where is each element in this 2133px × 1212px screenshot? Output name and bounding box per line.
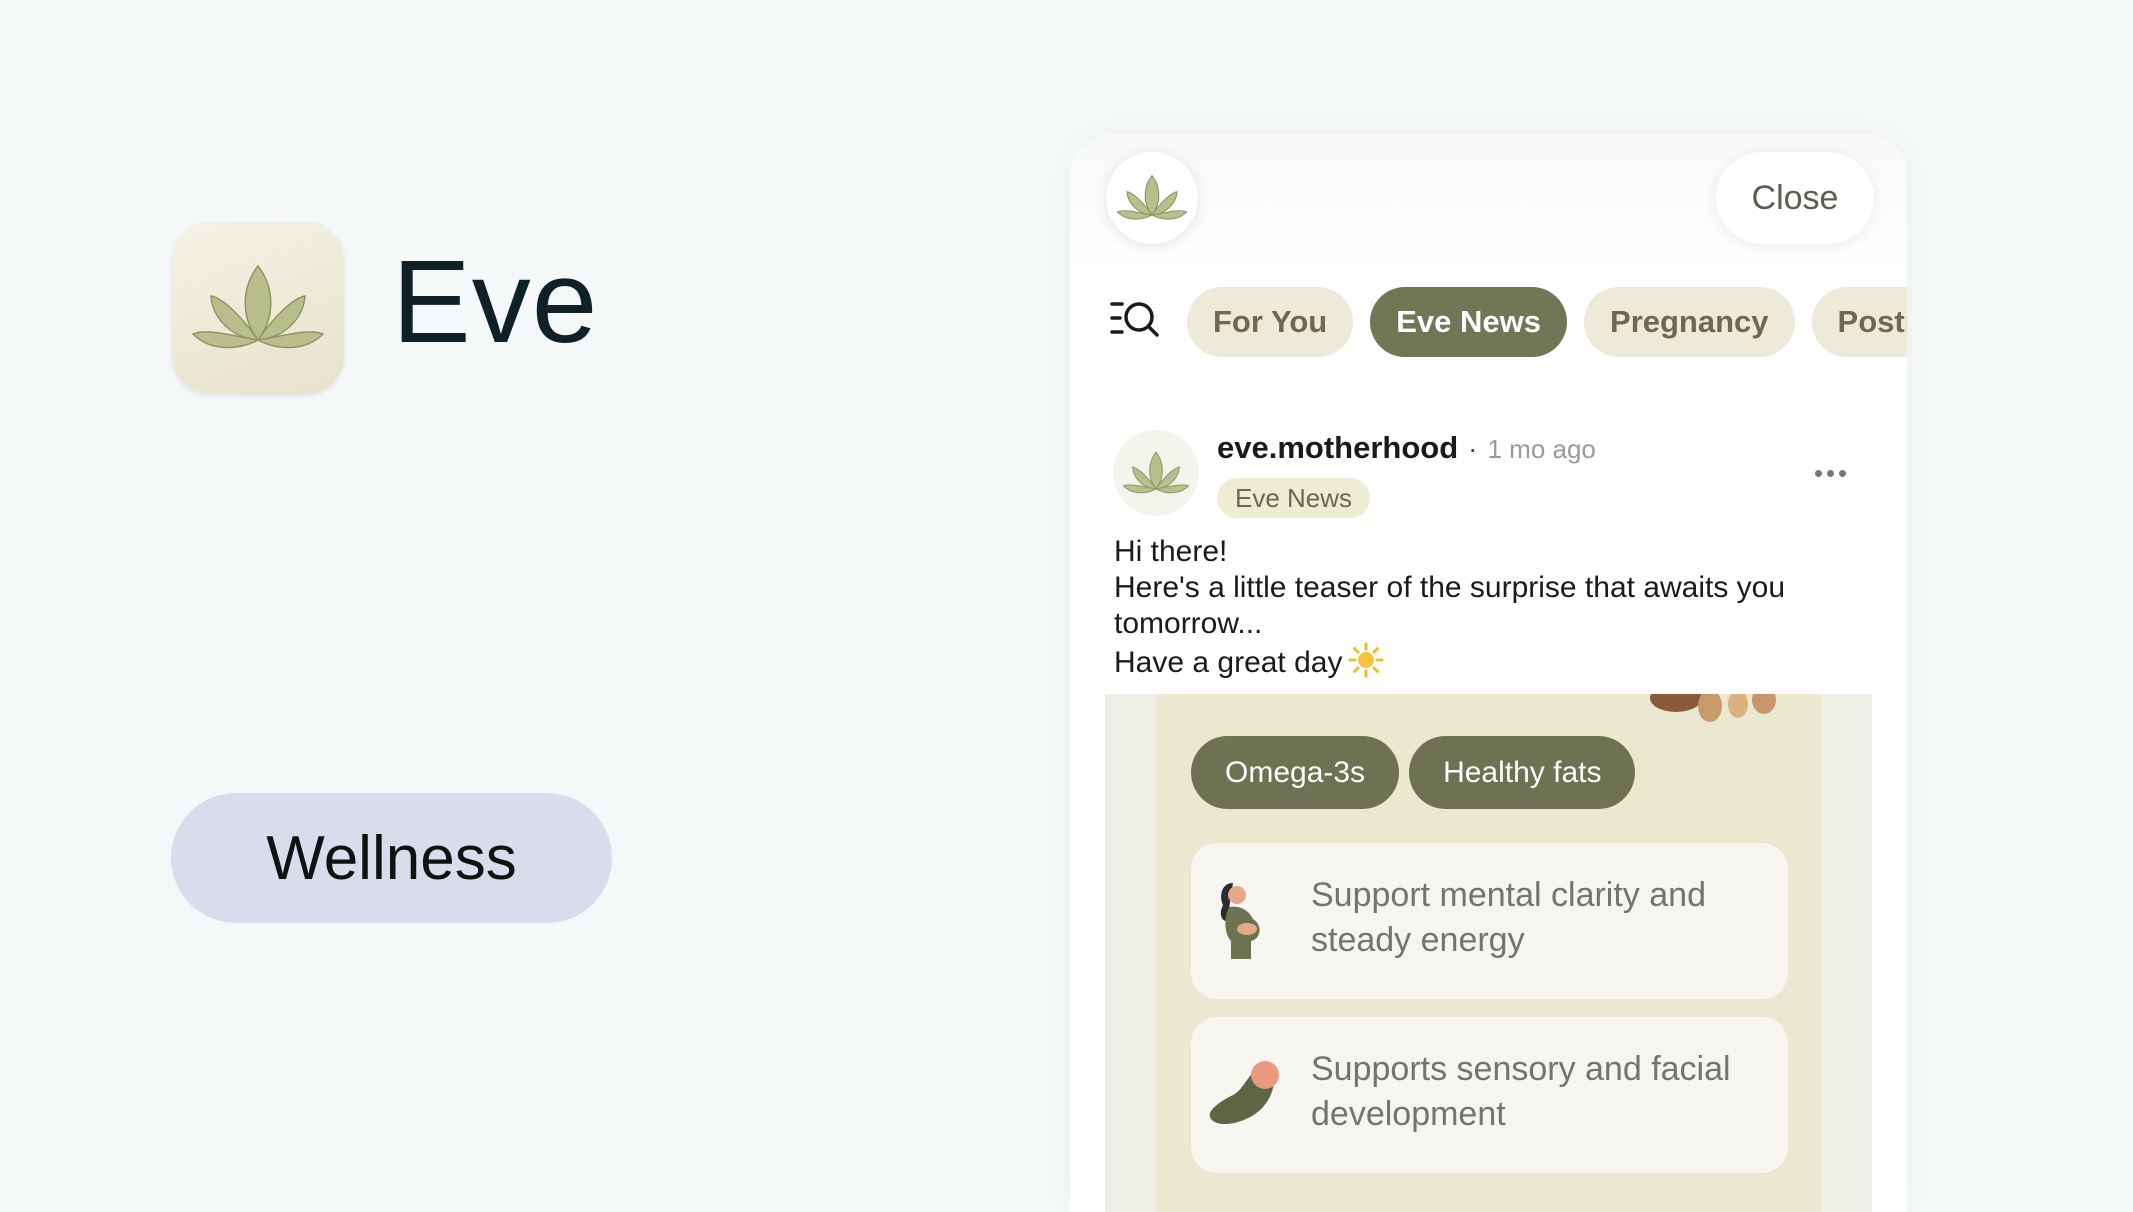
tab-postnatal[interactable]: Postna [1811, 287, 1907, 357]
author-avatar[interactable] [1113, 430, 1199, 516]
close-button[interactable]: Close [1716, 152, 1874, 244]
lotus-logo-icon [1122, 451, 1190, 494]
tab-for-you[interactable]: For You [1187, 287, 1354, 357]
post-tag[interactable]: Eve News [1217, 478, 1371, 518]
author-name[interactable]: eve.motherhood [1217, 430, 1458, 466]
profile-logo-button[interactable] [1106, 152, 1198, 244]
benefit-card: Supports sensory and facial development [1191, 1017, 1788, 1173]
post-body: Hi there! Here's a little teaser of the … [1114, 534, 1874, 687]
category-tabs: For You Eve News Pregnancy Postna [1187, 287, 1907, 357]
post-line: Here's a little teaser of the surprise t… [1114, 571, 1786, 604]
media-content: Omega-3s Healthy fats Support mental cla… [1156, 694, 1821, 1212]
post-media[interactable]: Omega-3s Healthy fats Support mental cla… [1105, 694, 1872, 1212]
chip-omega-3s: Omega-3s [1191, 736, 1400, 809]
post-line: Have a great day [1114, 646, 1343, 679]
sun-icon [1348, 642, 1384, 687]
benefit-text: Supports sensory and facial development [1311, 1050, 1731, 1133]
post-line-last: Have a great day [1114, 642, 1874, 687]
swaddled-baby-illustration [1205, 1053, 1285, 1138]
tab-eve-news[interactable]: Eve News [1370, 287, 1568, 357]
more-options-icon[interactable] [1815, 470, 1846, 477]
app-name: Eve [392, 236, 599, 368]
lotus-logo-icon [191, 264, 325, 349]
benefit-card: Support mental clarity and steady energy [1191, 843, 1788, 999]
meta-separator: · [1468, 433, 1478, 464]
category-badge: Wellness [171, 793, 612, 923]
post-line: Hi there! [1114, 535, 1228, 568]
nuts-illustration [1646, 694, 1786, 731]
nutrient-chips: Omega-3s Healthy fats [1191, 736, 1636, 809]
lotus-logo-icon [1116, 174, 1188, 220]
benefit-text: Support mental clarity and steady energy [1311, 876, 1706, 959]
post-meta: eve.motherhood · 1 mo ago [1217, 430, 1596, 466]
pregnant-woman-illustration [1205, 879, 1275, 964]
app-icon [172, 222, 344, 394]
filter-search-icon[interactable] [1110, 300, 1160, 343]
post-line: tomorrow... [1114, 607, 1263, 640]
app-screen: Close For You Eve News Pregnancy Postna [1070, 134, 1907, 1212]
post-time: 1 mo ago [1487, 434, 1596, 464]
chip-healthy-fats: Healthy fats [1409, 736, 1636, 809]
tab-pregnancy[interactable]: Pregnancy [1584, 287, 1795, 357]
